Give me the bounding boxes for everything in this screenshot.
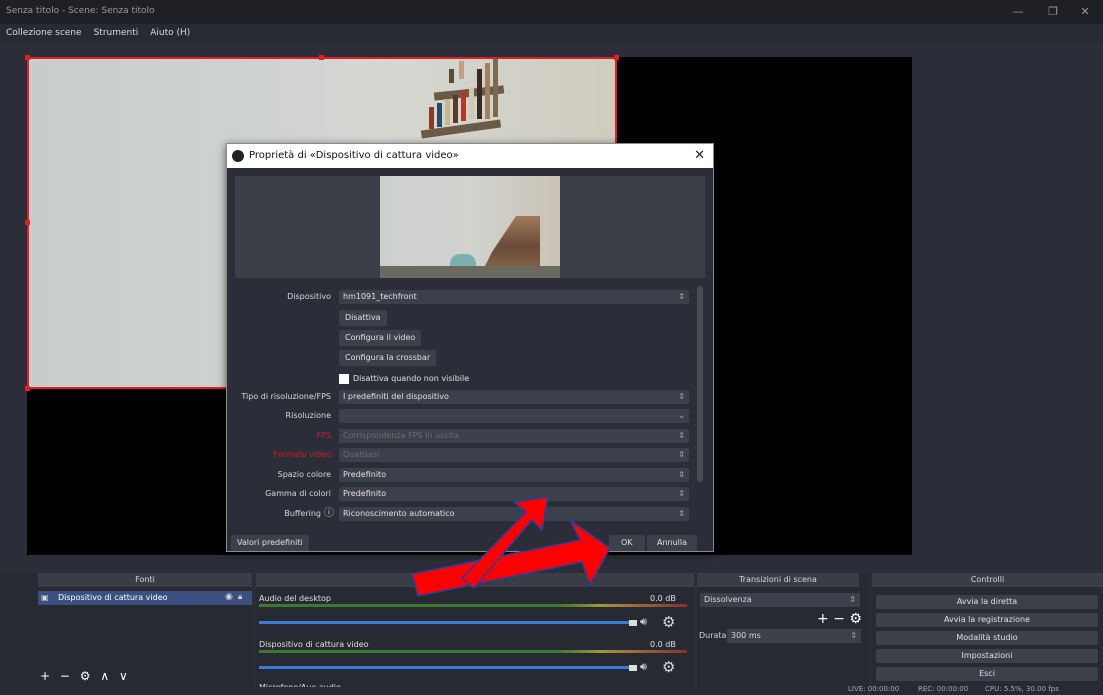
- annotation-arrows: [411, 496, 611, 597]
